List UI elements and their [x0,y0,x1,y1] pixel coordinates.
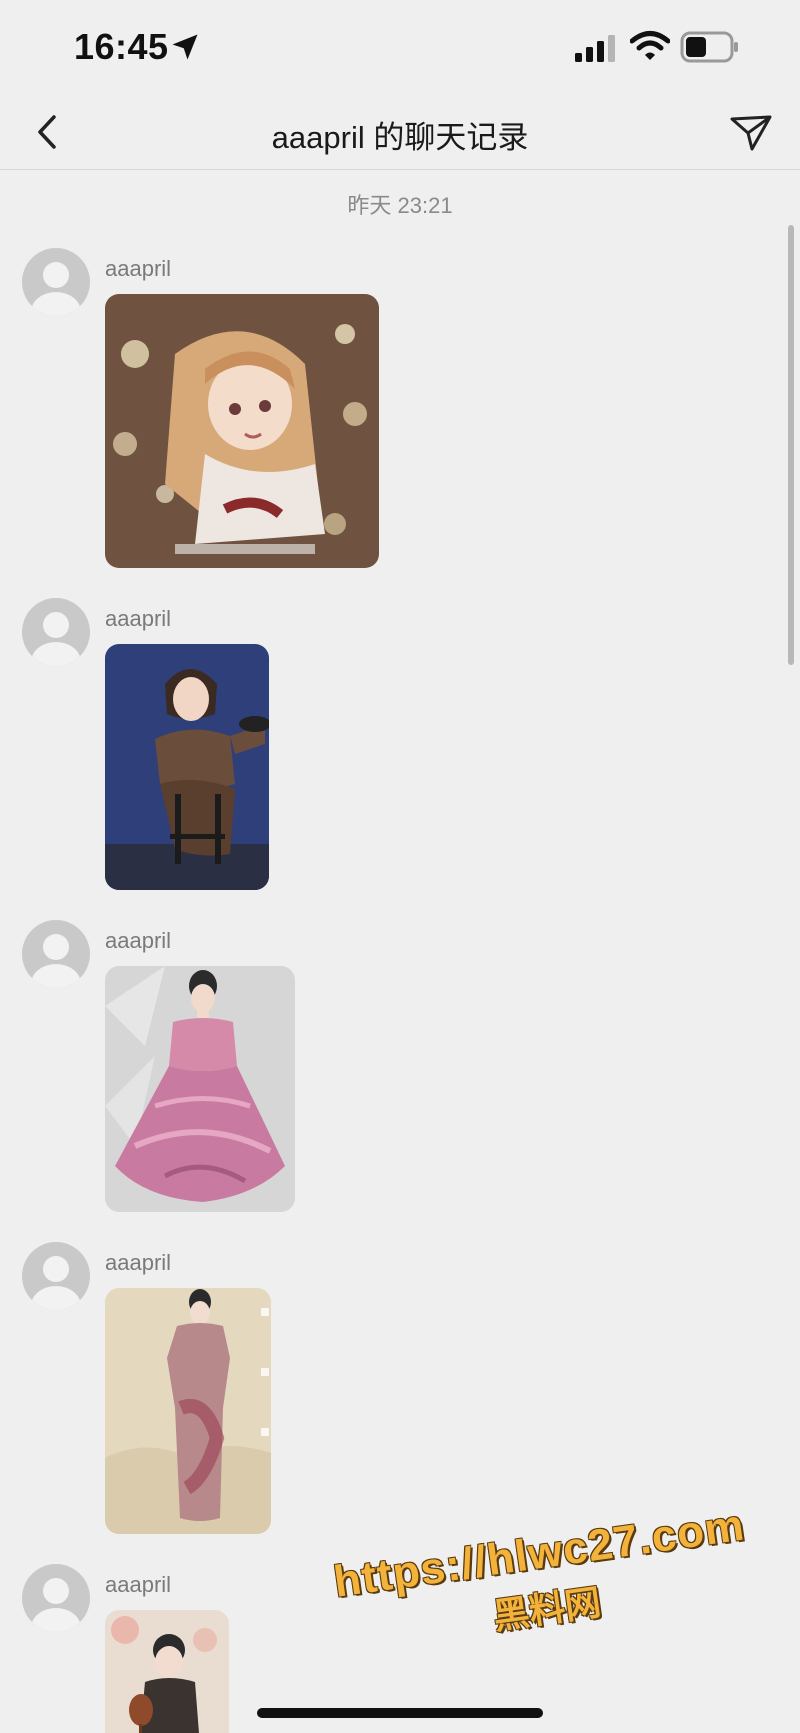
sender-name: aaapril [105,1572,172,1597]
status-time: 16:45 [74,26,169,67]
watermark: https://hlwc27.com 黑料网 [318,1499,768,1663]
sender-name: aaapril [105,606,172,631]
avatar[interactable] [22,248,90,316]
image-message[interactable] [105,1610,229,1733]
location-arrow-icon [172,34,198,60]
avatar[interactable] [22,1242,90,1310]
scrollbar[interactable] [788,225,794,665]
sender-name: aaapril [105,928,172,953]
battery-icon [680,31,738,63]
image-woman-qipao [105,1288,271,1534]
image-woman-fan [105,1610,229,1733]
send-icon [730,115,772,151]
sender-name: aaapril [105,256,172,281]
cellular-signal-icon [575,35,615,62]
image-message[interactable] [105,966,295,1212]
home-indicator[interactable] [257,1708,543,1718]
image-message[interactable] [105,294,379,568]
page-title: aaapril 的聊天记录 [271,120,529,155]
chat-history-screen: 16:45 aaapril 的聊天记录 昨天 23:21 aaapril aaa… [0,0,800,1733]
image-message[interactable] [105,1288,271,1534]
status-bar: 16:45 [0,0,800,95]
avatar[interactable] [22,920,90,988]
image-message[interactable] [105,644,269,890]
image-woman-pink-gown [105,966,295,1212]
sender-name: aaapril [105,1250,172,1275]
image-woman-barstool [105,644,269,890]
wifi-icon [630,31,670,60]
image-anime-girl [105,294,379,568]
send-button[interactable] [726,107,776,157]
chat-timestamp: 昨天 23:21 [347,193,453,218]
avatar[interactable] [22,1564,90,1632]
nav-bar: aaapril 的聊天记录 [0,95,800,170]
avatar[interactable] [22,598,90,666]
